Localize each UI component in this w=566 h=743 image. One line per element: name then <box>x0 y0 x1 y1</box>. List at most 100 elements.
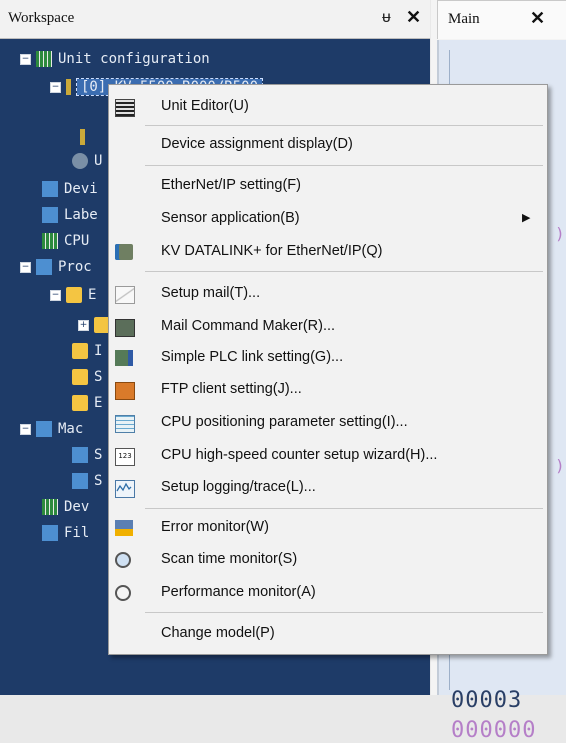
menu-item-label: Change model(P) <box>161 625 275 641</box>
tree-item-macro-s2[interactable]: S <box>72 470 102 492</box>
menu-item-label: CPU high-speed counter setup wizard(H)..… <box>161 447 438 463</box>
tree-item-label: CPU <box>64 233 90 249</box>
collapse-icon[interactable]: − <box>20 423 31 435</box>
tree-item-label: S <box>94 369 103 385</box>
menu-item-label: EtherNet/IP setting(F) <box>161 177 301 193</box>
menu-item-scan-time-monitor[interactable]: Scan time monitor(S) <box>109 546 547 574</box>
menu-item-label: FTP client setting(J)... <box>161 381 302 397</box>
submenu-arrow-icon: ▶ <box>522 212 531 224</box>
tree-item-program[interactable]: − Proc <box>20 256 92 278</box>
unit-icon <box>66 79 71 95</box>
unit-editor-icon <box>115 99 135 117</box>
menu-item-label: Mail Command Maker(R)... <box>161 318 336 334</box>
folder-icon <box>72 343 88 359</box>
tree-item-unit-sub[interactable] <box>80 126 91 148</box>
tree-item-label: Proc <box>58 259 92 275</box>
tree-item-label: Dev <box>64 499 90 515</box>
datalink-icon <box>115 244 133 260</box>
menu-item-device-assignment[interactable]: Device assignment display(D) <box>109 131 547 159</box>
collapse-icon[interactable]: − <box>50 81 61 93</box>
tree-item-folder-i[interactable]: I <box>72 340 102 362</box>
counter-123-icon: 123 <box>115 448 135 466</box>
folder-icon <box>72 369 88 385</box>
folder-icon <box>72 395 88 411</box>
tree-item-label: Fil <box>64 525 90 541</box>
menu-item-sensor-application[interactable]: Sensor application(B) ▶ <box>109 205 547 233</box>
expand-icon[interactable]: + <box>78 319 89 331</box>
tree-item-label: Labe <box>64 207 98 223</box>
tree-item-label: E <box>94 395 103 411</box>
tree-item-cpu[interactable]: CPU <box>42 230 89 252</box>
tree-item-label-list[interactable]: Labe <box>42 204 98 226</box>
tree-item-unit-u[interactable]: U <box>72 150 102 172</box>
menu-separator <box>145 271 543 272</box>
menu-item-setup-logging[interactable]: Setup logging/trace(L)... <box>109 474 547 502</box>
menu-item-label: Scan time monitor(S) <box>161 551 298 567</box>
menu-item-label: CPU positioning parameter setting(I)... <box>161 414 408 430</box>
tab-main-label: Main <box>448 11 480 27</box>
tree-item-macro[interactable]: − Mac <box>20 418 83 440</box>
grid-icon <box>36 51 52 67</box>
tree-item-folder-e[interactable]: E <box>72 392 102 414</box>
tree-item-file[interactable]: Fil <box>42 522 89 544</box>
menu-item-ftp-client[interactable]: FTP client setting(J)... <box>109 376 547 404</box>
tree-item-unit-configuration[interactable]: − Unit configuration <box>20 48 210 70</box>
workspace-close-icon[interactable]: ✕ <box>406 7 421 28</box>
menu-item-unit-editor[interactable]: Unit Editor(U) <box>109 93 547 121</box>
tree-item-folder-s[interactable]: S <box>72 366 102 388</box>
workspace-title: Workspace <box>8 10 75 26</box>
collapse-icon[interactable]: − <box>50 289 61 301</box>
program-icon <box>36 259 52 275</box>
tree-item-macro-s1[interactable]: S <box>72 444 102 466</box>
menu-item-mail-command-maker[interactable]: Mail Command Maker(R)... <box>109 313 547 341</box>
menu-item-label: Setup mail(T)... <box>161 285 261 301</box>
macro-icon <box>36 421 52 437</box>
collapse-icon[interactable]: − <box>20 261 31 273</box>
menu-item-label: Simple PLC link setting(G)... <box>161 349 344 365</box>
positioning-icon <box>115 415 135 433</box>
menu-item-performance-monitor[interactable]: Performance monitor(A) <box>109 579 547 607</box>
performance-icon <box>115 585 131 601</box>
device-value-1: 00003 <box>451 688 523 713</box>
menu-separator <box>145 165 543 166</box>
menu-item-error-monitor[interactable]: Error monitor(W) <box>109 514 547 542</box>
tree-item-device[interactable]: Devi <box>42 178 98 200</box>
unit-icon <box>80 129 85 145</box>
device-icon <box>42 499 58 515</box>
tree-item-label: Devi <box>64 181 98 197</box>
tree-item-label: S <box>94 473 103 489</box>
scan-time-icon <box>115 552 131 568</box>
contact-glyph: ) <box>555 224 565 243</box>
device-value-2: 000000 <box>451 718 537 743</box>
collapse-icon[interactable]: − <box>20 53 31 65</box>
tree-item-folder[interactable]: − E <box>50 284 96 306</box>
menu-item-simple-plc-link[interactable]: Simple PLC link setting(G)... <box>109 344 547 372</box>
context-menu: Unit Editor(U) Device assignment display… <box>108 84 548 655</box>
menu-separator <box>145 508 543 509</box>
cpu-icon <box>42 233 58 249</box>
macro-icon <box>72 447 88 463</box>
pin-icon[interactable]: ᵾ <box>382 9 391 27</box>
menu-separator <box>145 612 543 613</box>
tree-item-label: Mac <box>58 421 84 437</box>
mail-icon <box>115 286 135 304</box>
logging-icon <box>115 480 135 498</box>
menu-item-label: Sensor application(B) <box>161 210 300 226</box>
tree-item-label: I <box>94 343 103 359</box>
tab-close-icon[interactable]: ✕ <box>530 8 545 29</box>
menu-item-label: Setup logging/trace(L)... <box>161 479 316 495</box>
menu-item-label: Error monitor(W) <box>161 519 269 535</box>
menu-item-high-speed-counter[interactable]: 123 CPU high-speed counter setup wizard(… <box>109 442 547 470</box>
menu-item-ethernet-ip[interactable]: EtherNet/IP setting(F) <box>109 172 547 200</box>
menu-item-label: KV DATALINK+ for EtherNet/IP(Q) <box>161 243 383 259</box>
menu-item-label: Device assignment display(D) <box>161 136 353 152</box>
mail-command-icon <box>115 319 135 337</box>
menu-item-cpu-positioning[interactable]: CPU positioning parameter setting(I)... <box>109 409 547 437</box>
tab-main[interactable]: Main ✕ <box>437 0 566 39</box>
tree-item-device-list[interactable]: Dev <box>42 496 89 518</box>
menu-item-kv-datalink[interactable]: KV DATALINK+ for EtherNet/IP(Q) <box>109 238 547 266</box>
menu-item-change-model[interactable]: Change model(P) <box>109 620 547 648</box>
menu-item-setup-mail[interactable]: Setup mail(T)... <box>109 280 547 308</box>
menu-separator <box>145 125 543 126</box>
label-icon <box>42 207 58 223</box>
